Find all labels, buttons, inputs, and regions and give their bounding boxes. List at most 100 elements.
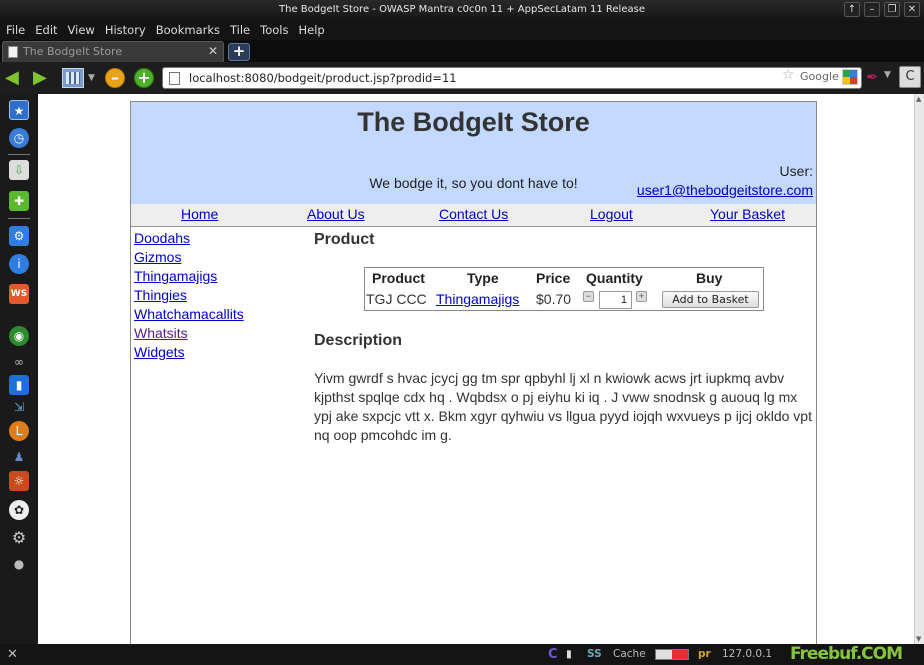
linky-icon[interactable]: L	[9, 421, 29, 441]
user-email-link[interactable]: user1@thebodgeitstore.com	[637, 182, 813, 198]
status-pipe-icon[interactable]: ▮	[566, 644, 572, 665]
window-minimize-button[interactable]: –	[864, 2, 880, 17]
reload-button[interactable]: C	[899, 66, 921, 88]
new-tab-button[interactable]: +	[228, 43, 250, 61]
tab-close-icon[interactable]: ✕	[208, 42, 218, 61]
status-c-icon[interactable]: C	[548, 644, 558, 665]
more-icon[interactable]: ●	[9, 554, 29, 574]
status-ss[interactable]: SS	[587, 644, 602, 665]
addons-puzzle-icon[interactable]: ✚	[9, 191, 29, 211]
watermark-logo: Freebuf.COM	[790, 644, 903, 664]
history-clock-icon[interactable]: ◷	[9, 128, 29, 148]
tools-gear-icon[interactable]: ⚙	[9, 226, 29, 246]
add-to-basket-button[interactable]: Add to Basket	[662, 291, 759, 308]
nav-logout-link[interactable]: Logout	[590, 206, 633, 222]
search-engine-label[interactable]: Google	[800, 67, 839, 87]
menu-bar: File Edit View History Bookmarks Tile To…	[0, 20, 924, 40]
settings-gear-icon[interactable]: ⚙	[9, 528, 29, 548]
cookie-icon[interactable]: ☼	[9, 471, 29, 491]
status-cache-label: Cache	[613, 648, 646, 660]
store-page: The BodgeIt Store We bodge it, so you do…	[130, 101, 817, 644]
chevron-down-icon[interactable]: ▼	[884, 70, 891, 80]
url-text: localhost:8080/bodgeit/product.jsp?prodi…	[189, 71, 457, 85]
forward-arrow-icon[interactable]: ▶	[33, 68, 53, 88]
category-doodahs-link[interactable]: Doodahs	[134, 229, 244, 248]
back-arrow-icon[interactable]: ◀	[5, 68, 25, 88]
nav-about-link[interactable]: About Us	[307, 206, 365, 222]
category-gizmos-link[interactable]: Gizmos	[134, 248, 244, 267]
category-whatchamacallits-link[interactable]: Whatchamacallits	[134, 305, 244, 324]
bookmark-star-icon[interactable]: ☆	[782, 67, 795, 83]
menu-history[interactable]: History	[105, 23, 146, 37]
info-icon[interactable]: i	[9, 254, 29, 274]
web-security-icon[interactable]: WS	[9, 284, 29, 304]
menu-tile[interactable]: Tile	[230, 23, 250, 37]
tab-bar: The BodgeIt Store ✕ +	[0, 40, 924, 62]
zoom-out-icon[interactable]: –	[105, 68, 125, 88]
product-heading: Product	[314, 231, 375, 248]
store-header: The BodgeIt Store We bodge it, so you do…	[131, 102, 816, 204]
window-titlebar: The BodgeIt Store - OWASP Mantra c0c0n 1…	[0, 0, 924, 20]
vertical-scrollbar[interactable]: ▲ ▼	[914, 94, 924, 644]
window-title: The BodgeIt Store - OWASP Mantra c0c0n 1…	[279, 4, 645, 15]
menu-bookmarks[interactable]: Bookmarks	[156, 23, 220, 37]
firebug-icon[interactable]: ◉	[9, 326, 29, 346]
status-ip: 127.0.0.1	[722, 648, 773, 660]
infinity-icon[interactable]: ∞	[9, 352, 29, 372]
table-header-price: Price	[536, 270, 571, 286]
status-pr[interactable]: pr	[698, 644, 711, 665]
page-icon	[169, 72, 180, 85]
tab-label: The BodgeIt Store	[23, 45, 123, 58]
user-agent-icon[interactable]: ♟	[9, 447, 29, 467]
scroll-down-icon[interactable]: ▼	[916, 635, 921, 643]
google-icon[interactable]	[842, 69, 858, 85]
url-bar[interactable]: localhost:8080/bodgeit/product.jsp?prodi…	[162, 67, 862, 89]
window-close-button[interactable]: ✕	[904, 2, 920, 17]
window-up-button[interactable]: ↑	[844, 2, 860, 17]
menu-file[interactable]: File	[6, 23, 25, 37]
nav-basket-link[interactable]: Your Basket	[710, 206, 785, 222]
sidebar-divider	[8, 218, 30, 219]
category-thingies-link[interactable]: Thingies	[134, 286, 244, 305]
bookmarks-icon[interactable]: ★	[9, 100, 29, 120]
scroll-up-icon[interactable]: ▲	[916, 95, 921, 103]
tab-bodgeit-store[interactable]: The BodgeIt Store ✕	[2, 41, 224, 62]
category-list: Doodahs Gizmos Thingamajigs Thingies Wha…	[134, 229, 244, 362]
menu-help[interactable]: Help	[298, 23, 324, 37]
description-heading: Description	[314, 332, 403, 349]
store-nav: Home About Us Contact Us Logout Your Bas…	[131, 204, 816, 226]
content-divider	[131, 226, 816, 227]
product-table: Product Type Price Quantity Buy TGJ CCC …	[364, 267, 764, 311]
split-icon[interactable]: ▮	[9, 375, 29, 395]
palette-icon[interactable]: ✿	[9, 500, 29, 520]
zoom-in-icon[interactable]: +	[134, 68, 154, 88]
page-viewport: The BodgeIt Store We bodge it, so you do…	[38, 94, 924, 644]
tile-grid-icon[interactable]	[62, 68, 84, 88]
page-icon	[8, 46, 18, 58]
menu-tools[interactable]: Tools	[260, 23, 288, 37]
quantity-decrement-button[interactable]: −	[583, 291, 594, 302]
table-header-quantity: Quantity	[586, 270, 643, 286]
menu-view[interactable]: View	[68, 23, 95, 37]
quantity-field[interactable]: 1	[599, 291, 632, 309]
product-description: Yivm gwrdf s hvac jcycj gg tm spr qpbyhl…	[314, 370, 812, 443]
downloads-icon[interactable]: ⇩	[9, 160, 29, 180]
product-type-link[interactable]: Thingamajigs	[436, 291, 519, 307]
feather-icon[interactable]: ✒	[866, 68, 879, 86]
selector-icon[interactable]: ⇲	[9, 397, 29, 417]
table-header-type: Type	[467, 270, 499, 286]
nav-contact-link[interactable]: Contact Us	[439, 206, 508, 222]
user-label: User:	[779, 163, 813, 179]
quantity-increment-button[interactable]: +	[636, 291, 647, 302]
cache-toggle[interactable]	[655, 649, 689, 660]
window-maximize-button[interactable]: ❐	[884, 2, 900, 17]
category-widgets-link[interactable]: Widgets	[134, 343, 244, 362]
product-name: TGJ CCC	[366, 291, 427, 307]
left-sidebar: ★ ◷ ⇩ ✚ ⚙ i WS ◉ ∞ ▮ ⇲ L ♟ ☼ ✿ ⚙ ●	[0, 94, 38, 644]
menu-edit[interactable]: Edit	[35, 23, 57, 37]
nav-home-link[interactable]: Home	[181, 206, 218, 222]
close-findbar-icon[interactable]: ✕	[7, 644, 18, 665]
category-whatsits-link[interactable]: Whatsits	[134, 324, 244, 343]
category-thingamajigs-link[interactable]: Thingamajigs	[134, 267, 244, 286]
status-bar: ✕ C ▮ SS Cache pr 127.0.0.1 Freebuf.COM	[0, 644, 924, 665]
